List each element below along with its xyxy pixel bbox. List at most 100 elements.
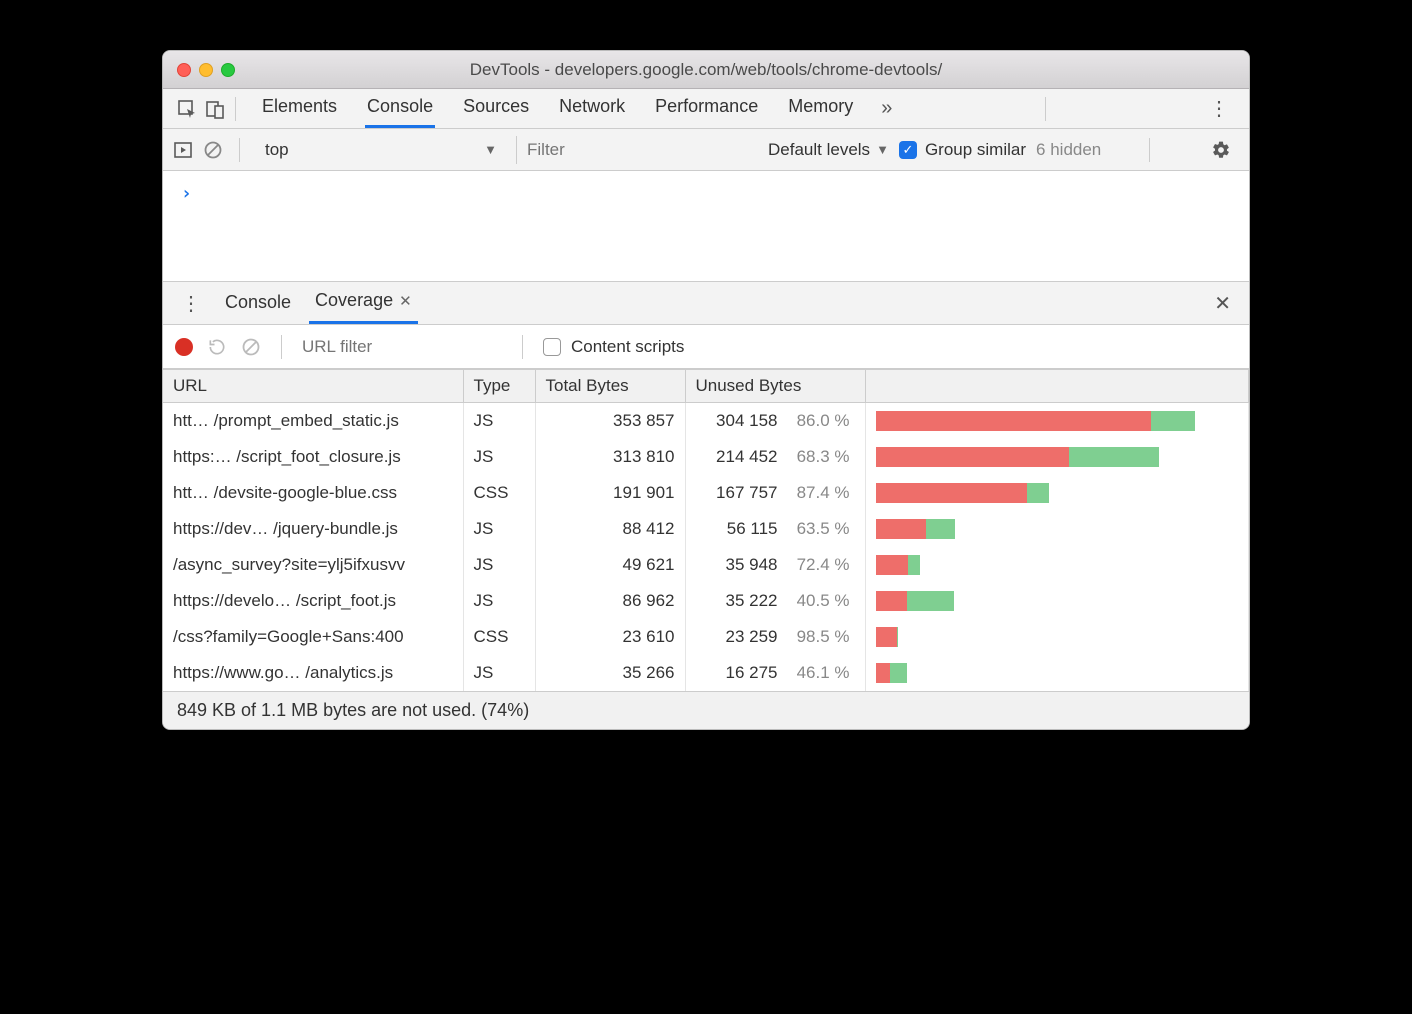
group-similar-label: Group similar [925, 140, 1026, 160]
divider [281, 335, 282, 359]
drawer-tab-label: Coverage [315, 290, 393, 310]
cell-usage-bar [865, 655, 1249, 691]
cell-url: https://dev… /jquery-bundle.js [163, 511, 463, 547]
cell-unused-bytes: 56 11563.5 % [685, 511, 865, 547]
col-header-total[interactable]: Total Bytes [535, 370, 685, 403]
close-tab-icon[interactable]: ✕ [399, 293, 412, 310]
divider [239, 138, 240, 162]
table-row[interactable]: /async_survey?site=ylj5ifxusvvJS49 62135… [163, 547, 1249, 583]
cell-type: JS [463, 655, 535, 691]
cell-total-bytes: 353 857 [535, 403, 685, 439]
cell-unused-bytes: 214 45268.3 % [685, 439, 865, 475]
cell-unused-bytes: 35 22240.5 % [685, 583, 865, 619]
cell-unused-bytes: 23 25998.5 % [685, 619, 865, 655]
table-row[interactable]: https://develo… /script_foot.jsJS86 9623… [163, 583, 1249, 619]
cell-url: /css?family=Google+Sans:400 [163, 619, 463, 655]
divider [1045, 97, 1046, 121]
cell-total-bytes: 88 412 [535, 511, 685, 547]
table-row[interactable]: /css?family=Google+Sans:400CSS23 61023 2… [163, 619, 1249, 655]
cell-type: JS [463, 439, 535, 475]
coverage-table: URL Type Total Bytes Unused Bytes htt… /… [163, 369, 1249, 691]
col-header-type[interactable]: Type [463, 370, 535, 403]
checkbox-unchecked-icon [543, 338, 561, 356]
cell-usage-bar [865, 439, 1249, 475]
cell-total-bytes: 49 621 [535, 547, 685, 583]
tab-performance[interactable]: Performance [653, 90, 760, 128]
col-header-url[interactable]: URL [163, 370, 463, 403]
cell-url: https://www.go… /analytics.js [163, 655, 463, 691]
coverage-status-bar: 849 KB of 1.1 MB bytes are not used. (74… [163, 691, 1249, 729]
execution-play-icon[interactable] [173, 140, 193, 160]
table-row[interactable]: htt… /prompt_embed_static.jsJS353 857304… [163, 403, 1249, 439]
group-similar-toggle[interactable]: ✓ Group similar [899, 140, 1026, 160]
divider [235, 97, 236, 121]
settings-menu-button[interactable]: ⋮ [1199, 96, 1239, 121]
cell-unused-bytes: 167 75787.4 % [685, 475, 865, 511]
drawer-menu-button[interactable]: ⋮ [175, 291, 207, 316]
window-minimize-button[interactable] [199, 63, 213, 77]
main-tabs: Elements Console Sources Network Perform… [260, 90, 855, 128]
cell-type: JS [463, 547, 535, 583]
coverage-url-filter-input[interactable] [302, 337, 502, 357]
divider [1149, 138, 1150, 162]
chevron-down-icon: ▼ [876, 142, 889, 157]
table-row[interactable]: https://www.go… /analytics.jsJS35 26616 … [163, 655, 1249, 691]
main-tabs-row: Elements Console Sources Network Perform… [163, 89, 1249, 129]
divider [522, 335, 523, 359]
col-header-bar[interactable] [865, 370, 1249, 403]
drawer-tab-coverage[interactable]: Coverage ✕ [309, 282, 418, 324]
cell-url: https://develo… /script_foot.js [163, 583, 463, 619]
console-settings-icon[interactable] [1203, 140, 1239, 160]
window-zoom-button[interactable] [221, 63, 235, 77]
execution-context-select[interactable]: top ▼ [256, 136, 506, 164]
tab-elements[interactable]: Elements [260, 90, 339, 128]
table-row[interactable]: htt… /devsite-google-blue.cssCSS191 9011… [163, 475, 1249, 511]
cell-usage-bar [865, 547, 1249, 583]
cell-total-bytes: 313 810 [535, 439, 685, 475]
drawer-tab-console[interactable]: Console [219, 284, 297, 323]
cell-type: CSS [463, 475, 535, 511]
cell-usage-bar [865, 583, 1249, 619]
tab-memory[interactable]: Memory [786, 90, 855, 128]
table-row[interactable]: https://dev… /jquery-bundle.jsJS88 41256… [163, 511, 1249, 547]
cell-unused-bytes: 35 94872.4 % [685, 547, 865, 583]
device-toolbar-icon[interactable] [201, 95, 229, 123]
hidden-messages-count[interactable]: 6 hidden [1036, 140, 1101, 160]
log-levels-select[interactable]: Default levels ▼ [768, 140, 889, 160]
reload-icon[interactable] [207, 337, 227, 357]
console-toolbar: top ▼ Default levels ▼ ✓ Group similar 6… [163, 129, 1249, 171]
console-filter-input[interactable] [516, 136, 758, 164]
clear-icon[interactable] [241, 337, 261, 357]
tab-sources[interactable]: Sources [461, 90, 531, 128]
tab-network[interactable]: Network [557, 90, 627, 128]
cell-unused-bytes: 304 15886.0 % [685, 403, 865, 439]
content-scripts-label: Content scripts [571, 337, 684, 357]
cell-url: /async_survey?site=ylj5ifxusvv [163, 547, 463, 583]
cell-usage-bar [865, 619, 1249, 655]
cell-type: JS [463, 583, 535, 619]
cell-total-bytes: 23 610 [535, 619, 685, 655]
window-titlebar: DevTools - developers.google.com/web/too… [163, 51, 1249, 89]
cell-url: https:… /script_foot_closure.js [163, 439, 463, 475]
table-row[interactable]: https:… /script_foot_closure.jsJS313 810… [163, 439, 1249, 475]
inspect-element-icon[interactable] [173, 95, 201, 123]
cell-type: JS [463, 403, 535, 439]
cell-type: CSS [463, 619, 535, 655]
window-close-button[interactable] [177, 63, 191, 77]
drawer-header: ⋮ Console Coverage ✕ ✕ [163, 281, 1249, 325]
cell-total-bytes: 86 962 [535, 583, 685, 619]
tab-console[interactable]: Console [365, 90, 435, 128]
execution-context-label: top [265, 140, 289, 160]
cell-unused-bytes: 16 27546.1 % [685, 655, 865, 691]
record-button[interactable] [175, 338, 193, 356]
console-body[interactable]: › [163, 171, 1249, 281]
cell-usage-bar [865, 403, 1249, 439]
col-header-unused[interactable]: Unused Bytes [685, 370, 865, 403]
drawer-close-button[interactable]: ✕ [1208, 291, 1237, 316]
clear-console-icon[interactable] [203, 140, 223, 160]
content-scripts-toggle[interactable]: Content scripts [543, 337, 684, 357]
chevron-down-icon: ▼ [484, 142, 497, 157]
window-title: DevTools - developers.google.com/web/too… [163, 60, 1249, 80]
cell-usage-bar [865, 475, 1249, 511]
tabs-overflow-button[interactable]: » [875, 97, 898, 120]
